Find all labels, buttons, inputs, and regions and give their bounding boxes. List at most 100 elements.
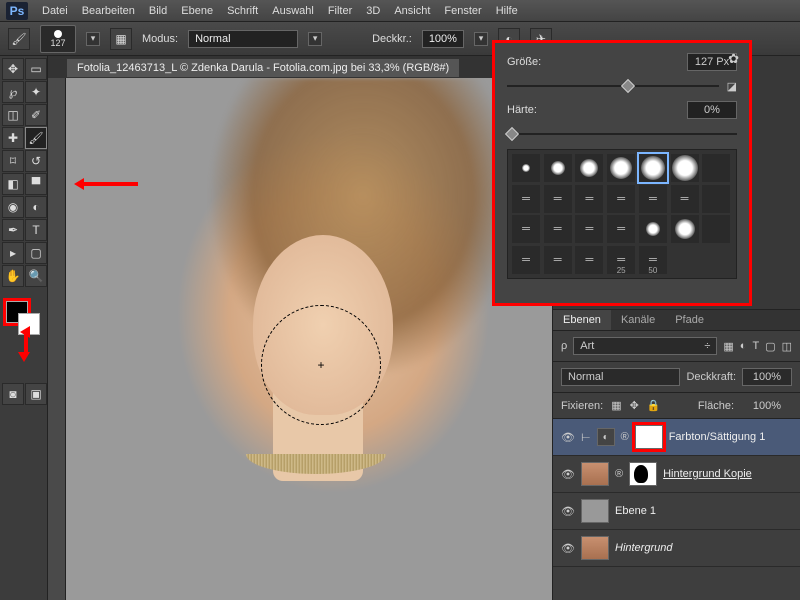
brush-preset[interactable]: ═	[544, 185, 572, 213]
visibility-icon[interactable]: 👁	[561, 468, 575, 481]
filter-pixel-icon[interactable]: ▦	[723, 340, 733, 353]
canvas[interactable]	[66, 78, 552, 600]
shape-tool[interactable]: ▢	[25, 242, 47, 264]
brush-preset[interactable]: ═	[575, 246, 603, 274]
dodge-tool[interactable]: ◐	[25, 196, 47, 218]
filter-adj-icon[interactable]: ◐	[740, 340, 747, 352]
filter-smart-icon[interactable]: ◫	[782, 340, 792, 353]
menu-schrift[interactable]: Schrift	[227, 5, 258, 17]
eyedropper-tool[interactable]: ✐	[25, 104, 47, 126]
tab-kanaele[interactable]: Kanäle	[611, 310, 665, 330]
crop-tool[interactable]: ◫	[2, 104, 24, 126]
link-icon[interactable]: ⊢	[581, 431, 591, 444]
opacity-dropdown-icon[interactable]	[474, 32, 488, 46]
fill-field[interactable]: 100%	[742, 400, 792, 412]
tab-pfade[interactable]: Pfade	[665, 310, 714, 330]
blur-tool[interactable]: ◉	[2, 196, 24, 218]
layer-filter-select[interactable]: Art÷	[573, 337, 717, 355]
brush-preset[interactable]: ═	[671, 185, 699, 213]
move-tool[interactable]: ✥	[2, 58, 24, 80]
menu-bearbeiten[interactable]: Bearbeiten	[82, 5, 135, 17]
visibility-icon[interactable]: 👁	[561, 542, 575, 555]
pen-tool[interactable]: ✒	[2, 219, 24, 241]
brush-preset[interactable]: ═	[512, 215, 540, 243]
brush-preset-picker[interactable]: 127	[40, 25, 76, 53]
brush-preset[interactable]: ═	[575, 215, 603, 243]
layer-row[interactable]: 👁 Ebene 1	[553, 493, 800, 530]
layer-row[interactable]: 👁 Hintergrund	[553, 530, 800, 567]
brush-preset[interactable]: ═	[607, 185, 635, 213]
stamp-tool[interactable]: ⌑	[2, 150, 24, 172]
lasso-tool[interactable]: ℘	[2, 81, 24, 103]
brush-preset[interactable]: ═	[544, 246, 572, 274]
opacity-field[interactable]: 100%	[422, 30, 464, 48]
type-tool[interactable]: T	[25, 219, 47, 241]
brush-tool-icon[interactable]: 🖌	[8, 28, 30, 50]
brush-size-slider[interactable]	[507, 79, 719, 93]
layer-opacity-field[interactable]: 100%	[742, 368, 792, 386]
menu-3d[interactable]: 3D	[366, 5, 380, 17]
lock-all-icon[interactable]: 🔒	[647, 399, 661, 412]
brush-preset[interactable]	[702, 215, 730, 243]
flip-icon[interactable]: ◪	[727, 80, 737, 93]
brush-preset-selected[interactable]	[639, 154, 667, 182]
menu-ansicht[interactable]: Ansicht	[394, 5, 430, 17]
heal-tool[interactable]: ✚	[2, 127, 24, 149]
menu-ebene[interactable]: Ebene	[181, 5, 213, 17]
mode-dropdown-icon[interactable]	[308, 32, 322, 46]
brush-preset[interactable]: ═	[512, 246, 540, 274]
brush-panel-gear-icon[interactable]: ✿	[728, 51, 739, 67]
lock-pixels-icon[interactable]: ▦	[611, 399, 621, 412]
brush-preset[interactable]	[671, 215, 699, 243]
brush-hardness-slider[interactable]	[507, 127, 737, 141]
layer-name[interactable]: Hintergrund	[615, 542, 792, 554]
layer-mask[interactable]	[629, 462, 657, 486]
document-tab[interactable]: Fotolia_12463713_L © Zdenka Darula - Fot…	[66, 58, 460, 77]
brush-preset[interactable]	[607, 154, 635, 182]
zoom-tool[interactable]: 🔍	[25, 265, 47, 287]
menu-auswahl[interactable]: Auswahl	[272, 5, 314, 17]
brush-dropdown-icon[interactable]	[86, 32, 100, 46]
brush-preset[interactable]	[544, 154, 572, 182]
brush-preset[interactable]	[702, 154, 730, 182]
path-select-tool[interactable]: ▸	[2, 242, 24, 264]
blend-mode-select[interactable]: Normal	[188, 30, 298, 48]
layer-row[interactable]: 👁 ⊢ ◐ ® Farbton/Sättigung 1	[553, 419, 800, 456]
brush-preset[interactable]: ═25	[607, 246, 635, 274]
menu-filter[interactable]: Filter	[328, 5, 352, 17]
layer-name[interactable]: Hintergrund Kopie	[663, 468, 792, 480]
marquee-tool[interactable]: ▭	[25, 58, 47, 80]
eraser-tool[interactable]: ◧	[2, 173, 24, 195]
menu-hilfe[interactable]: Hilfe	[496, 5, 518, 17]
brush-preset[interactable]: ═	[575, 185, 603, 213]
quickmask-toggle[interactable]: ◙	[2, 383, 24, 405]
brush-preset[interactable]	[702, 185, 730, 213]
menu-fenster[interactable]: Fenster	[444, 5, 481, 17]
wand-tool[interactable]: ✦	[25, 81, 47, 103]
brush-preset[interactable]	[639, 215, 667, 243]
layer-mask[interactable]	[635, 425, 663, 449]
filter-type-icon[interactable]: T	[752, 340, 759, 352]
brush-panel-toggle-icon[interactable]: ▦	[110, 28, 132, 50]
brush-preset[interactable]: ═	[639, 185, 667, 213]
brush-preset[interactable]: ═	[544, 215, 572, 243]
brush-hardness-value[interactable]: 0%	[687, 101, 737, 119]
gradient-tool[interactable]: ▀	[25, 173, 47, 195]
layer-name[interactable]: Ebene 1	[615, 505, 792, 517]
hand-tool[interactable]: ✋	[2, 265, 24, 287]
brush-tool[interactable]: 🖌	[25, 127, 47, 149]
brush-preset[interactable]	[671, 154, 699, 182]
layer-name[interactable]: Farbton/Sättigung 1	[669, 431, 792, 443]
visibility-icon[interactable]: 👁	[561, 505, 575, 518]
brush-preset[interactable]	[575, 154, 603, 182]
tab-ebenen[interactable]: Ebenen	[553, 310, 611, 330]
screenmode-toggle[interactable]: ▣	[25, 383, 47, 405]
menu-datei[interactable]: Datei	[42, 5, 68, 17]
brush-preset[interactable]: ═	[607, 215, 635, 243]
layer-row[interactable]: 👁 ® Hintergrund Kopie	[553, 456, 800, 493]
visibility-icon[interactable]: 👁	[561, 431, 575, 444]
brush-preset[interactable]: ═	[512, 185, 540, 213]
menu-bild[interactable]: Bild	[149, 5, 167, 17]
lock-position-icon[interactable]: ✥	[630, 399, 639, 412]
brush-preset[interactable]: ═50	[639, 246, 667, 274]
